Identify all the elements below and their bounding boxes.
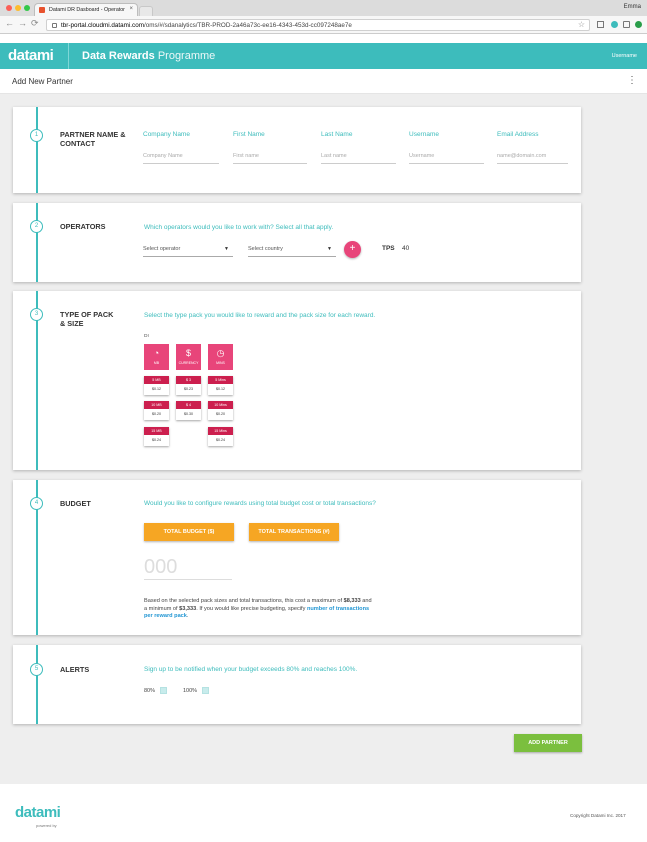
alert-100-label: 100% — [183, 688, 198, 694]
username-input[interactable]: Username — [409, 153, 484, 164]
pack-type-currency[interactable]: $ CURRENCY — [176, 344, 201, 370]
partner-card: 1 PARTNER NAME & CONTACT Company Name Co… — [13, 107, 581, 193]
total-budget-button[interactable]: TOTAL BUDGET ($) — [144, 523, 234, 541]
pack-option[interactable]: 5 MB $0.12 — [144, 376, 169, 395]
section-title: ALERTS — [60, 665, 90, 674]
bookmark-star-icon[interactable]: ☆ — [578, 20, 585, 29]
total-transactions-button[interactable]: TOTAL TRANSACTIONS (#) — [249, 523, 339, 541]
pack-type-mb[interactable]: ◔ MB — [144, 344, 169, 370]
new-tab-button[interactable] — [139, 6, 153, 16]
step-number: 3 — [30, 308, 43, 321]
email-input[interactable]: name@domain.com — [497, 153, 568, 164]
add-partner-button[interactable]: ADD PARTNER — [514, 734, 582, 752]
browser-profile-name[interactable]: Emma — [624, 4, 641, 10]
maximize-window-button[interactable] — [24, 5, 30, 11]
tps-label: TPS — [382, 245, 395, 252]
step-rail — [36, 645, 38, 724]
section-title: PARTNER NAME & CONTACT — [60, 130, 126, 148]
footer-datami-logo: datami — [15, 804, 61, 821]
pack-option[interactable]: 10 Mins $0.20 — [208, 401, 233, 420]
lock-icon — [52, 23, 57, 28]
first-name-input[interactable]: First name — [233, 153, 307, 164]
clock-icon: ◷ — [216, 348, 225, 358]
section-title: BUDGET — [60, 499, 91, 508]
budget-card: 4 BUDGET Would you like to configure rew… — [13, 480, 581, 635]
datami-logo[interactable]: datami — [8, 47, 54, 64]
alerts-card: 5 ALERTS Sign up to be notified when you… — [13, 645, 581, 724]
field-label: Email Address — [497, 131, 539, 138]
alerts-description: Sign up to be notified when your budget … — [144, 666, 358, 673]
pack-option[interactable]: 15 MB $0.24 — [144, 427, 169, 446]
field-label: Company Name — [143, 131, 190, 138]
section-title: TYPE OF PACK & SIZE — [60, 310, 114, 328]
select-country-dropdown[interactable]: Select country ▼ — [248, 246, 336, 257]
extension-icon[interactable] — [635, 21, 642, 28]
pack-option[interactable]: $ 4 $0.30 — [176, 401, 201, 420]
pack-option[interactable]: 15 Mins $0.24 — [208, 427, 233, 446]
reload-icon[interactable]: ⟳ — [31, 18, 39, 29]
step-number: 5 — [30, 663, 43, 676]
section-title: OPERATORS — [60, 222, 106, 231]
browser-tab-active[interactable]: Datami DR Dasboard - Operator × — [34, 3, 138, 16]
close-window-button[interactable] — [6, 5, 12, 11]
add-operator-button[interactable]: + — [344, 241, 361, 258]
chevron-down-icon: ▼ — [224, 246, 229, 252]
extension-icon[interactable] — [623, 21, 630, 28]
powered-by-text: powered by — [36, 823, 57, 828]
piggy-icon: ◔ — [153, 348, 160, 358]
chevron-down-icon: ▼ — [327, 246, 332, 252]
browser-tab-bar: Datami DR Dasboard - Operator × Emma — [0, 0, 647, 16]
user-menu[interactable]: Username — [612, 53, 637, 59]
alert-80-label: 80% — [144, 688, 156, 694]
step-number: 4 — [30, 497, 43, 510]
address-bar[interactable]: tbr-portal.cloudmi.datami.com/oms/#/sdan… — [46, 19, 590, 31]
app-title: Data Rewards Programme — [82, 50, 216, 62]
app-header: datami Data Rewards Programme Username — [0, 43, 647, 69]
budget-question: Would you like to configure rewards usin… — [144, 500, 376, 507]
pack-option[interactable]: 10 MB $0.20 — [144, 401, 169, 420]
last-name-input[interactable]: Last name — [321, 153, 396, 164]
extension-icon[interactable] — [611, 21, 618, 28]
alert-100-checkbox[interactable] — [202, 687, 209, 694]
pack-card: 3 TYPE OF PACK & SIZE Select the type pa… — [13, 291, 581, 470]
field-label: Last Name — [321, 131, 353, 138]
cast-icon[interactable] — [597, 21, 604, 28]
favicon-icon — [39, 7, 45, 13]
operator-code: DI — [144, 334, 149, 339]
back-arrow-icon[interactable]: ← — [5, 18, 14, 28]
pack-type-mins[interactable]: ◷ MINS — [208, 344, 233, 370]
step-number: 1 — [30, 129, 43, 142]
tps-value[interactable]: 40 — [402, 245, 409, 252]
minimize-window-button[interactable] — [15, 5, 21, 11]
company-name-input[interactable]: Company Name — [143, 153, 219, 164]
budget-amount-input[interactable]: 000 — [144, 556, 232, 580]
step-rail — [36, 203, 38, 282]
browser-toolbar: ← → ⟳ tbr-portal.cloudmi.datami.com/oms/… — [0, 16, 647, 34]
field-label: Username — [409, 131, 439, 138]
field-label: First Name — [233, 131, 265, 138]
budget-explanation: Based on the selected pack sizes and tot… — [144, 598, 372, 619]
step-number: 2 — [30, 220, 43, 233]
pack-question: Select the type pack you would like to r… — [144, 312, 376, 319]
alert-80-checkbox[interactable] — [160, 687, 167, 694]
page-title: Add New Partner — [12, 77, 73, 86]
page-subheader: Add New Partner ⋮ — [0, 69, 647, 94]
step-rail — [36, 107, 38, 193]
currency-icon: $ — [185, 348, 191, 358]
pack-option[interactable]: $ 3 $0.23 — [176, 376, 201, 395]
operators-question: Which operators would you like to work w… — [144, 224, 334, 231]
copyright-text: Copyright Datami Inc. 2017 — [570, 813, 626, 818]
operators-card: 2 OPERATORS Which operators would you li… — [13, 203, 581, 282]
select-operator-dropdown[interactable]: Select operator ▼ — [143, 246, 233, 257]
more-options-icon[interactable]: ⋮ — [627, 75, 637, 86]
forward-arrow-icon[interactable]: → — [18, 18, 27, 28]
header-divider — [68, 43, 69, 69]
pack-option[interactable]: 5 Mins $0.12 — [208, 376, 233, 395]
tab-close-icon[interactable]: × — [129, 6, 133, 12]
tab-title: Datami DR Dasboard - Operator — [49, 7, 125, 13]
url-text: tbr-portal.cloudmi.datami.com/oms/#/sdan… — [61, 22, 352, 29]
